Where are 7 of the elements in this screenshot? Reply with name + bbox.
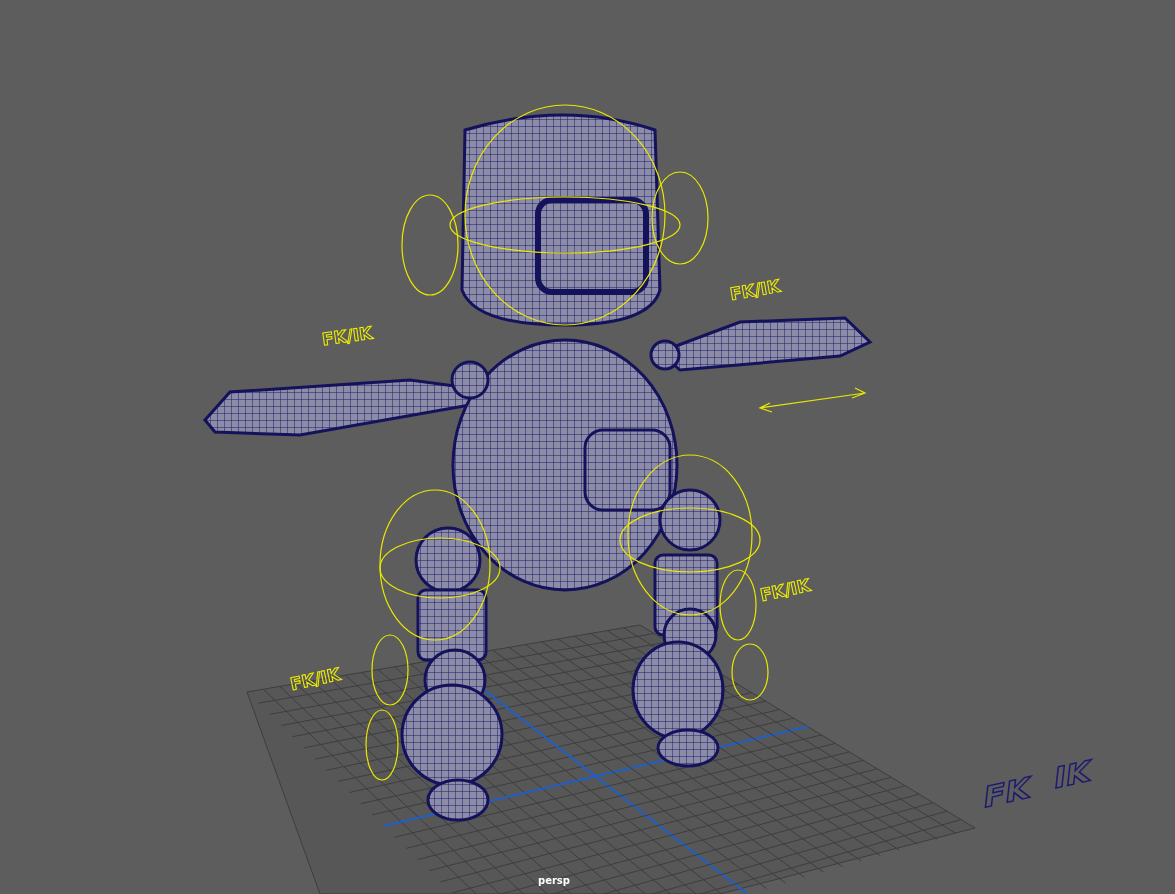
fk-ik-label[interactable]: FK/IK xyxy=(288,665,342,694)
fk-ik-label[interactable]: FK/IK xyxy=(758,576,812,605)
switch-label: IK xyxy=(1052,756,1093,794)
fk-ik-label[interactable]: FK/IK xyxy=(321,324,374,349)
camera-name: persp xyxy=(538,876,570,886)
switch-label: FK xyxy=(982,773,1032,813)
fk-ik-label[interactable]: FK/IK xyxy=(728,277,782,304)
